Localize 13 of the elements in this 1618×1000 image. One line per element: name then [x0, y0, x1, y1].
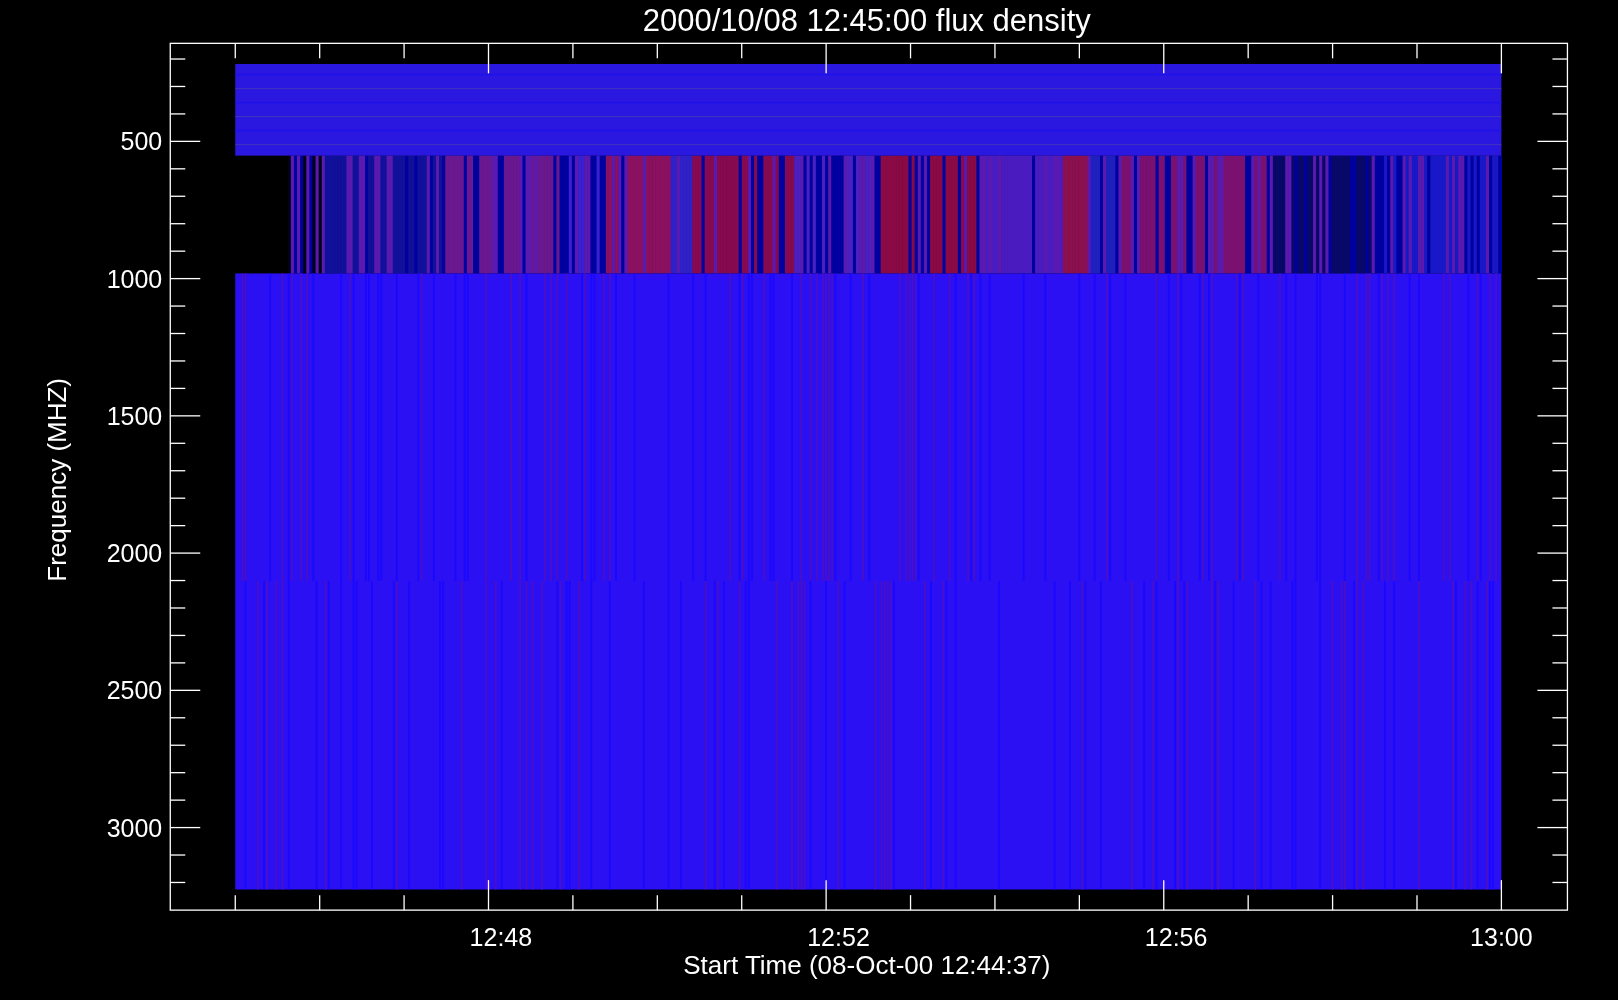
x-tick-label: 12:56 — [1144, 923, 1208, 952]
y-axis-label: Frequency (MHZ) — [42, 378, 73, 582]
y-tick-label: 1500 — [106, 401, 163, 430]
y-tick-label: 1000 — [106, 264, 163, 293]
x-tick-label: 12:52 — [807, 923, 870, 952]
y-tick-label: 500 — [120, 127, 163, 156]
x-tick-label: 12:48 — [469, 923, 533, 952]
y-tick-label: 2500 — [106, 676, 163, 705]
y-tick-label: 3000 — [106, 813, 163, 842]
x-axis-label: Start Time (08-Oct-00 12:44:37) — [683, 950, 1051, 981]
chart-title: 2000/10/08 12:45:00 flux density — [642, 2, 1091, 38]
y-tick-label: 2000 — [106, 539, 163, 568]
x-tick-label: 13:00 — [1470, 923, 1533, 952]
